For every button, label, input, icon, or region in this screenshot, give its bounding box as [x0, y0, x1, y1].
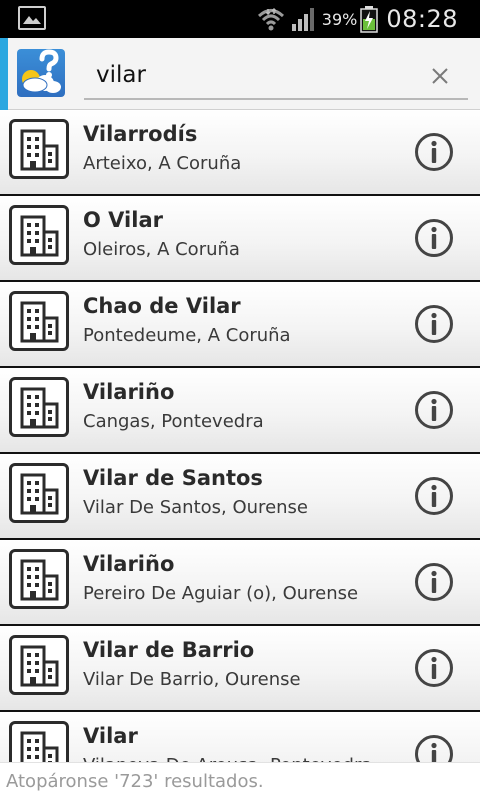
result-name: Vilar de Santos: [83, 466, 263, 490]
info-icon[interactable]: [414, 304, 454, 344]
result-location: Cangas, Pontevedra: [83, 411, 264, 432]
info-icon[interactable]: [414, 734, 454, 762]
result-location: Oleiros, A Coruña: [83, 239, 240, 260]
close-icon[interactable]: [424, 60, 456, 92]
signal-icon: [291, 8, 314, 31]
result-name: Vilariño: [83, 380, 175, 404]
building-icon: [9, 463, 69, 523]
building-icon: [9, 205, 69, 265]
status-bar: 39% 08:28: [0, 0, 480, 38]
clock: 08:28: [386, 5, 458, 33]
results-count-text: Atopáronse '723' resultados.: [6, 771, 264, 792]
result-name: Vilar: [83, 724, 138, 748]
list-item[interactable]: Chao de Vilar Pontedeume, A Coruña: [0, 282, 480, 368]
building-icon: [9, 291, 69, 351]
list-item[interactable]: Vilar de Barrio Vilar De Barrio, Ourense: [0, 626, 480, 712]
result-name: Vilar de Barrio: [83, 638, 255, 662]
home-indicator[interactable]: [0, 38, 8, 110]
building-icon: [9, 549, 69, 609]
list-item[interactable]: Vilar de Santos Vilar De Santos, Ourense: [0, 454, 480, 540]
list-item[interactable]: Vilar Vilanova De Arousa, Pontevedra: [0, 712, 480, 762]
info-icon[interactable]: [414, 132, 454, 172]
search-action-bar: [0, 38, 480, 110]
info-icon[interactable]: [414, 218, 454, 258]
wifi-icon: [257, 7, 284, 31]
list-item[interactable]: O Vilar Oleiros, A Coruña: [0, 196, 480, 282]
result-name: Vilarrodís: [83, 122, 198, 146]
result-location: Vilar De Santos, Ourense: [83, 497, 308, 518]
gallery-icon: [18, 6, 46, 30]
result-name: Vilariño: [83, 552, 175, 576]
result-location: Arteixo, A Coruña: [83, 153, 242, 174]
result-location: Vilar De Barrio, Ourense: [83, 669, 301, 690]
result-location: Pereiro De Aguiar (o), Ourense: [83, 583, 359, 604]
results-list[interactable]: Vilarrodís Arteixo, A Coruña O Vilar Ole…: [0, 110, 480, 762]
building-icon: [9, 721, 69, 762]
search-field: [84, 52, 468, 100]
info-icon[interactable]: [414, 390, 454, 430]
result-name: Chao de Vilar: [83, 294, 241, 318]
list-item[interactable]: Vilariño Pereiro De Aguiar (o), Ourense: [0, 540, 480, 626]
building-icon: [9, 377, 69, 437]
search-input[interactable]: [96, 56, 416, 94]
result-name: O Vilar: [83, 208, 163, 232]
battery-percent: 39%: [321, 9, 358, 29]
building-icon: [9, 119, 69, 179]
battery-charging-icon: [360, 6, 379, 33]
info-icon[interactable]: [414, 476, 454, 516]
list-item[interactable]: Vilariño Cangas, Pontevedra: [0, 368, 480, 454]
results-footer: Atopáronse '723' resultados.: [0, 762, 480, 800]
building-icon: [9, 635, 69, 695]
result-location: Vilanova De Arousa, Pontevedra: [83, 755, 372, 762]
result-location: Pontedeume, A Coruña: [83, 325, 291, 346]
list-item[interactable]: Vilarrodís Arteixo, A Coruña: [0, 110, 480, 196]
app-weather-question-icon[interactable]: [17, 49, 65, 97]
info-icon[interactable]: [414, 648, 454, 688]
info-icon[interactable]: [414, 562, 454, 602]
